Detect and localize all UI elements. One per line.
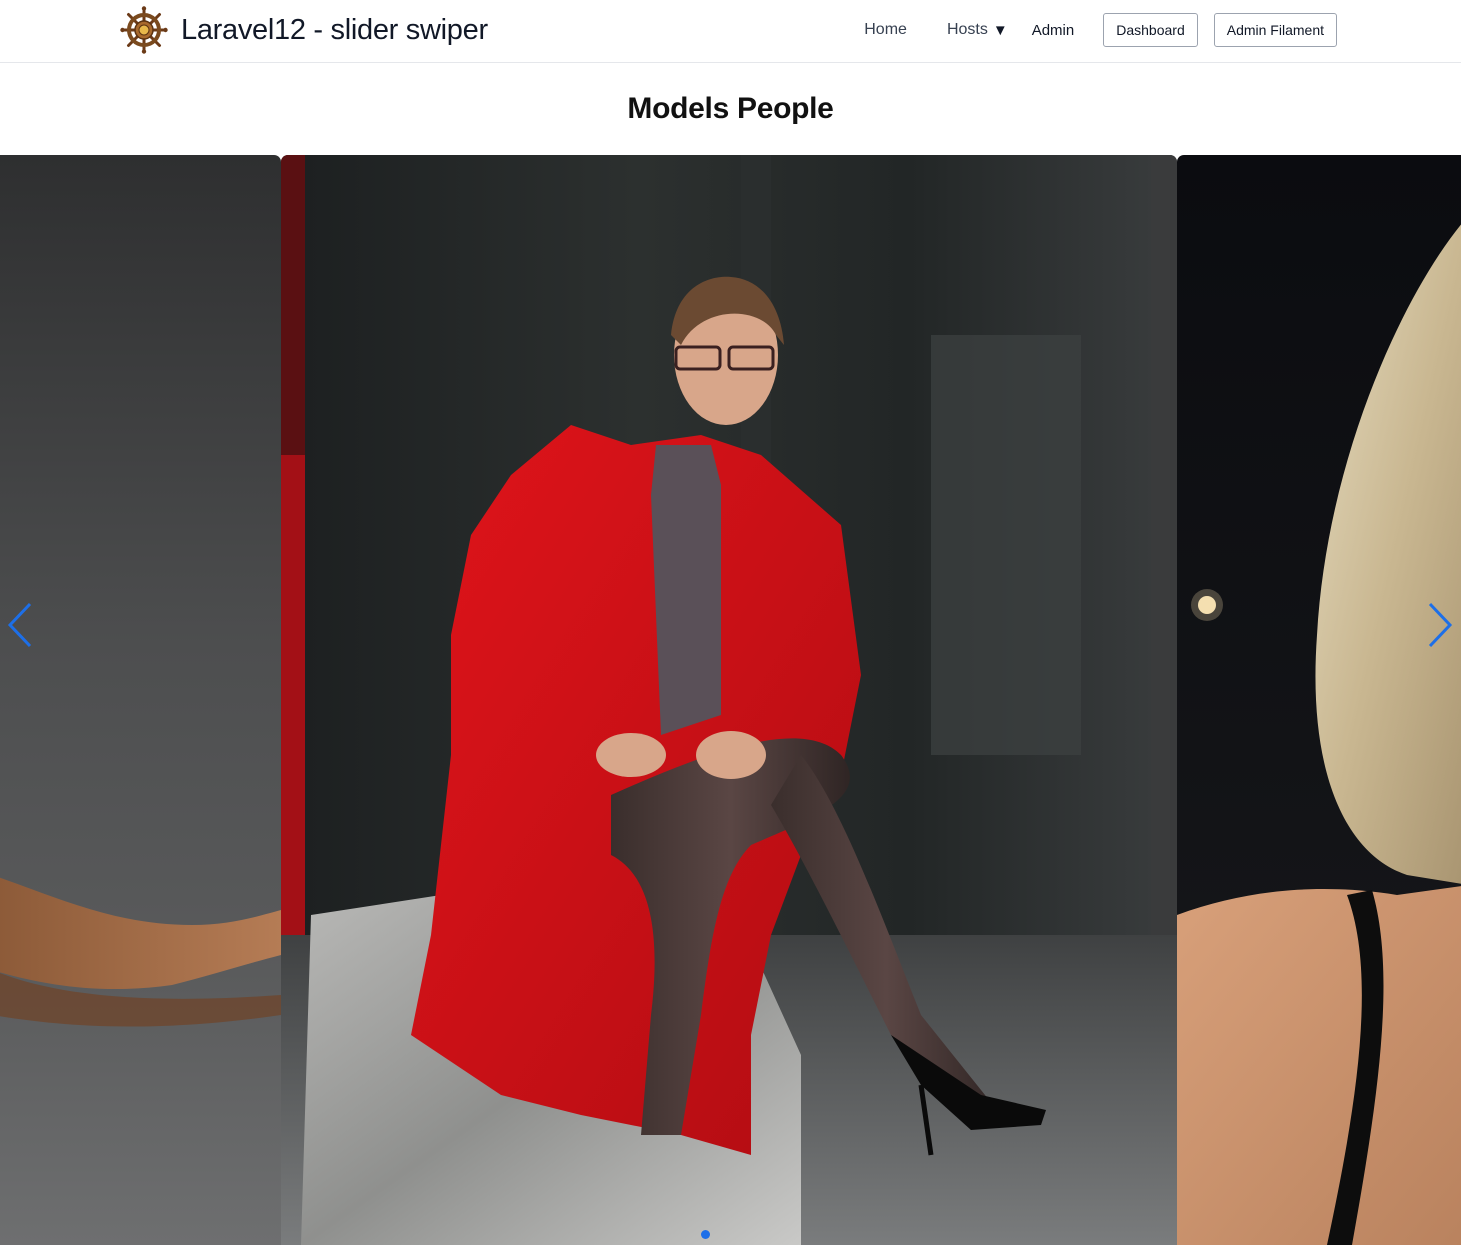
slide-previous[interactable] [0,155,281,1245]
page-title: Models People [627,92,834,125]
main-nav: Home Hosts ▼ Admin Dashboard Admin Filam… [864,13,1337,47]
chevron-right-icon[interactable] [1422,600,1456,650]
slide-active[interactable] [281,155,1177,1245]
pagination-dot-active[interactable] [701,1230,710,1239]
slider-pagination [701,1230,710,1239]
model-photo-previous [0,155,281,1245]
model-photo-active [281,155,1177,1245]
chevron-left-icon[interactable] [4,600,38,650]
ship-wheel-icon [120,6,168,54]
nav-admin-link[interactable]: Admin [1032,22,1075,39]
nav-hosts-dropdown[interactable]: Hosts ▼ [947,21,1008,39]
nav-home-link[interactable]: Home [864,21,907,39]
image-slider[interactable] [0,155,1461,1245]
admin-filament-button[interactable]: Admin Filament [1213,13,1337,47]
site-header: Laravel12 - slider swiper Home Hosts ▼ A… [0,0,1461,63]
model-photo-next [1177,155,1461,1245]
slide-next[interactable] [1177,155,1461,1245]
caret-down-icon: ▼ [992,21,1008,39]
site-title: Laravel12 - slider swiper [181,13,488,46]
nav-hosts-label: Hosts [946,21,988,38]
dashboard-button[interactable]: Dashboard [1103,13,1198,47]
brand[interactable]: Laravel12 - slider swiper [120,6,488,54]
